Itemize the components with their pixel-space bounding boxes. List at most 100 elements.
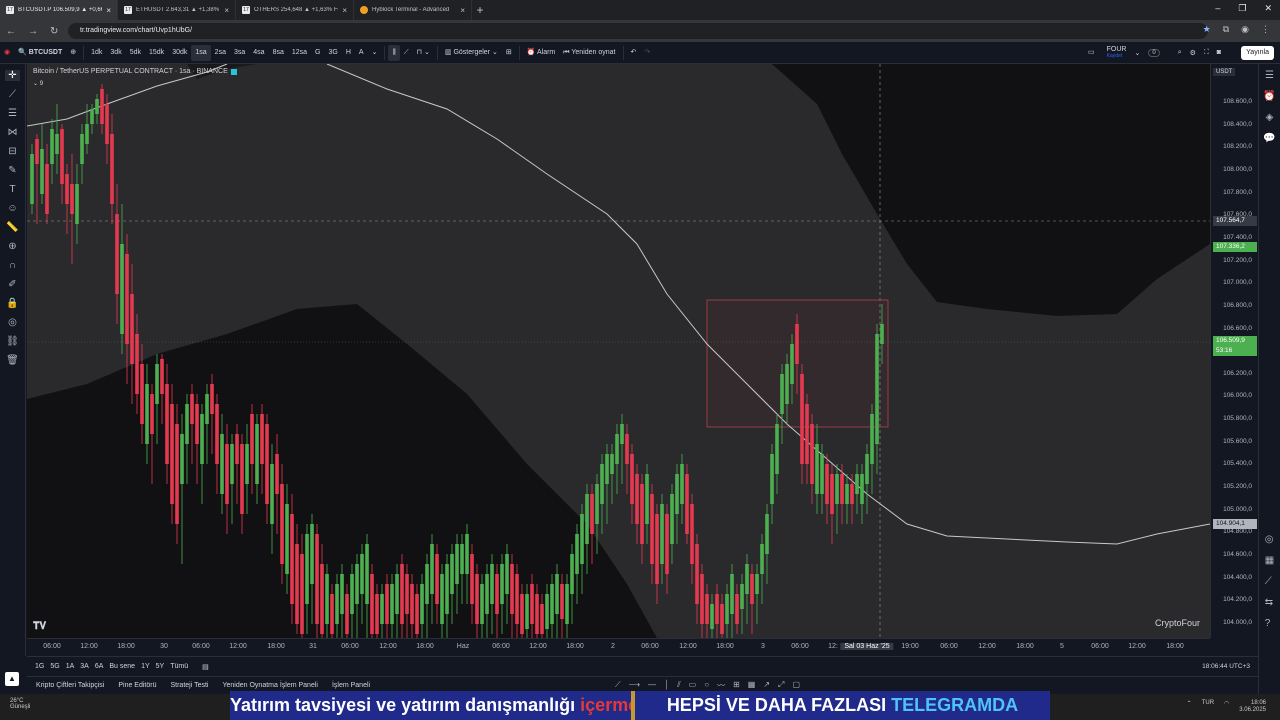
ideas-icon[interactable]: ⟋	[1265, 576, 1274, 587]
layout-dropdown-icon[interactable]: ⌄	[1134, 49, 1140, 57]
chat-icon[interactable]: 💬	[1263, 133, 1275, 144]
emoji-icon[interactable]: ☺	[7, 203, 17, 214]
calendar-icon[interactable]: ▦	[1265, 555, 1274, 566]
close-icon[interactable]: ×	[342, 6, 347, 15]
fib-retracement-icon[interactable]: ☰	[8, 108, 17, 119]
interval-3G[interactable]: 3G	[325, 45, 342, 61]
zoom-icon[interactable]: ⊕	[8, 241, 16, 252]
alerts-icon[interactable]: ⏰	[1263, 91, 1275, 102]
publish-button[interactable]: Yayınla	[1241, 46, 1274, 60]
note-icon[interactable]: ▢	[792, 680, 800, 691]
minimize-icon[interactable]: –	[1215, 3, 1220, 14]
link-icon[interactable]: ⛓	[6, 336, 19, 347]
interval-3sa[interactable]: 3sa	[230, 45, 249, 61]
profile-icon[interactable]: ◉	[1241, 24, 1249, 35]
new-tab-button[interactable]: +	[472, 3, 488, 17]
redo-icon[interactable]: ↷	[640, 45, 654, 61]
date-range-icon[interactable]: ▤	[202, 663, 209, 671]
menu-icon[interactable]: ⋮	[1261, 24, 1270, 35]
trend-line-icon[interactable]: ⟋	[615, 680, 621, 691]
chart-pane[interactable]: Bitcoin / TetherUS PERPETUAL CONTRACT · …	[27, 64, 1210, 638]
close-icon[interactable]: ×	[106, 6, 111, 15]
reload-icon[interactable]: ↻	[50, 26, 58, 37]
target-icon[interactable]: ◎	[1265, 534, 1274, 545]
back-icon[interactable]: ←	[6, 26, 16, 37]
symbol-search[interactable]: 🔍 BTCUSDT	[14, 45, 66, 61]
crosshair-icon[interactable]: ✛	[5, 70, 20, 81]
arrow-icon[interactable]: ↗	[763, 680, 770, 691]
table-icon[interactable]: ▦	[748, 680, 756, 691]
panel-tab[interactable]: Strateji Testi	[170, 682, 208, 689]
weather-widget[interactable]: 26°C Güneşli	[10, 698, 30, 710]
utc-clock[interactable]: 18:06:44 UTC+3	[1202, 663, 1250, 670]
rectangle-icon[interactable]: ⊟	[8, 146, 16, 157]
text-icon[interactable]: T	[9, 184, 15, 195]
undo-icon[interactable]: ↶	[627, 45, 641, 61]
rectangle-icon[interactable]: ▭	[689, 680, 697, 691]
time-axis[interactable]: 06:00 12:00 18:00 30 06:00 12:00 18:00 31 06:00 1…	[27, 638, 1210, 654]
interval-1sa[interactable]: 1sa	[191, 44, 211, 61]
keep-drawing-icon[interactable]: ✐	[8, 279, 16, 290]
browser-tab-ethusdt[interactable]: 17 ETHUSDT 2.643,31 ▲ +1,38% E ×	[118, 0, 236, 20]
circle-icon[interactable]: ○	[704, 680, 709, 691]
interval-G[interactable]: G	[311, 45, 324, 61]
indicators-button[interactable]: ▥ Göstergeler ⌄	[441, 45, 502, 61]
layout-icon[interactable]: ▭	[1084, 45, 1099, 61]
panel-tab[interactable]: Kripto Çiftleri Takipçisi	[36, 682, 104, 689]
help-icon[interactable]: ?	[1265, 618, 1274, 629]
bookmark-star-icon[interactable]: ★	[1203, 24, 1211, 35]
browser-tab-hyblock[interactable]: Hyblock Terminal - Advanced ×	[354, 0, 472, 20]
lock-icon[interactable]: 🔒	[6, 298, 18, 309]
channel-icon[interactable]: ⫽	[677, 680, 681, 691]
layout-name[interactable]: FOUR Kaydet	[1107, 46, 1127, 60]
trash-icon[interactable]: 🗑	[6, 355, 19, 366]
ray-icon[interactable]: ⟶	[629, 680, 640, 691]
close-icon[interactable]: ×	[224, 6, 229, 15]
interval-1dk[interactable]: 1dk	[87, 45, 106, 61]
templates-icon[interactable]: ⊞	[502, 45, 516, 61]
grid-icon[interactable]: ⊞	[733, 680, 740, 691]
tray-arrow-icon[interactable]: ⌃	[1187, 700, 1192, 714]
price-axis[interactable]: USDT 108.600,0 108.400,0 108.200,0 108.000,…	[1210, 64, 1258, 638]
interval-5dk[interactable]: 5dk	[126, 45, 145, 61]
indicator-toggle[interactable]: ⌄ 9	[33, 80, 43, 87]
settings-icon[interactable]: ⚙	[1190, 49, 1196, 57]
language-indicator[interactable]: TUR	[1202, 700, 1214, 714]
layers-icon[interactable]: ◈	[1266, 112, 1274, 123]
vertical-line-icon[interactable]: │	[664, 680, 669, 691]
clock[interactable]: 18:06 3.06.2025	[1239, 700, 1266, 714]
fullscreen-icon[interactable]: ⛶	[1204, 49, 1209, 57]
currency-selector[interactable]: USDT	[1213, 68, 1236, 76]
tradingview-menu-icon[interactable]: ◉	[0, 45, 14, 61]
panel-tab[interactable]: Yeniden Oynatma İşlem Paneli	[222, 682, 317, 689]
interval-3dk[interactable]: 3dk	[106, 45, 125, 61]
compare-icon[interactable]: ⊕	[66, 45, 80, 61]
bar-style-candles-icon[interactable]: ⫼	[388, 44, 400, 61]
range-1a[interactable]: 1A	[66, 663, 75, 670]
range-5y[interactable]: 5Y	[156, 663, 165, 670]
interval-dropdown-icon[interactable]: ⌄	[368, 45, 382, 61]
interval-15dk[interactable]: 15dk	[145, 45, 168, 61]
ruler-icon[interactable]: 📏	[6, 222, 18, 233]
interval-A[interactable]: A	[355, 45, 368, 61]
pitchfork-icon[interactable]: ⋈	[8, 127, 18, 138]
replay-button[interactable]: ⏮ Yeniden oynat	[559, 45, 619, 61]
browser-tab-btcusdt[interactable]: 17 BTCUSDT.P 106.509,9 ▲ +0,66% ×	[0, 0, 118, 20]
hide-icon[interactable]: ◎	[8, 317, 17, 328]
range-6a[interactable]: 6A	[95, 663, 104, 670]
range-1y[interactable]: 1Y	[141, 663, 150, 670]
range-tümü[interactable]: Tümü	[170, 663, 188, 670]
interval-8sa[interactable]: 8sa	[269, 45, 288, 61]
interval-12sa[interactable]: 12sa	[288, 45, 311, 61]
trend-line-icon[interactable]: ⟋	[9, 89, 16, 100]
path-icon[interactable]: 〰	[717, 680, 725, 691]
screenshot-icon[interactable]: ◙	[1217, 49, 1221, 56]
range-1g[interactable]: 1G	[35, 663, 44, 670]
forward-icon[interactable]: →	[28, 26, 38, 37]
watchlist-icon[interactable]: ☰	[1265, 70, 1274, 81]
panel-tab[interactable]: İşlem Paneli	[332, 682, 370, 689]
magnet-icon[interactable]: ∩	[9, 260, 16, 271]
quick-search-icon[interactable]: ⌕	[1178, 49, 1182, 57]
tradingview-alert-icon[interactable]: ▲	[5, 672, 19, 686]
range-5g[interactable]: 5G	[50, 663, 59, 670]
